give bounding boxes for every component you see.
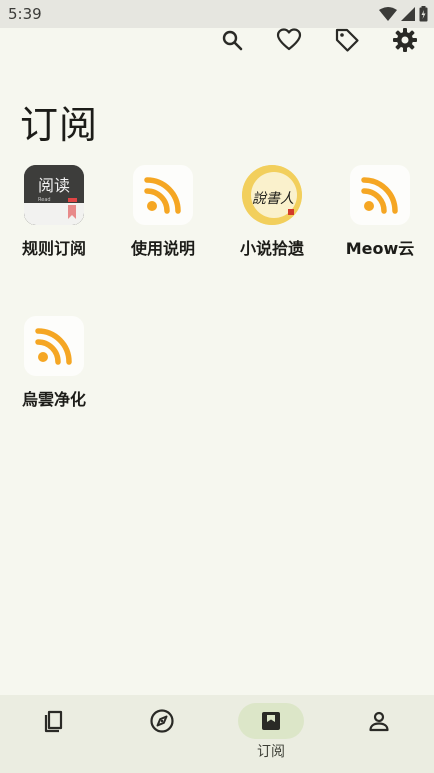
subscription-label: 烏雲净化 xyxy=(21,390,86,409)
nav-item-subscriptions[interactable]: 订阅 xyxy=(217,695,325,773)
storyteller-icon-text: 說書人 xyxy=(252,191,294,207)
gear-icon xyxy=(393,28,417,52)
tag-button[interactable] xyxy=(331,24,363,56)
tag-icon xyxy=(335,28,359,52)
status-time: 5:39 xyxy=(8,5,42,23)
battery-icon xyxy=(419,6,428,22)
nav-item-profile[interactable] xyxy=(325,695,433,773)
rss-icon xyxy=(24,316,84,376)
cell-signal-icon xyxy=(401,7,415,21)
legado-icon-subtext: Read xyxy=(38,197,51,203)
nav-pill-active xyxy=(238,703,304,739)
subscription-label: 使用说明 xyxy=(130,239,195,258)
person-icon xyxy=(369,711,389,732)
page-title: 订阅 xyxy=(20,103,99,147)
storyteller-icon: 說書人 xyxy=(242,165,302,225)
bookmark-icon xyxy=(262,712,280,730)
subscription-label: 规则订阅 xyxy=(21,239,86,258)
rss-icon xyxy=(350,165,410,225)
subscription-item-wuyun[interactable]: 烏雲净化 xyxy=(4,316,104,410)
nav-item-discover[interactable] xyxy=(108,695,216,773)
heart-icon xyxy=(276,28,302,51)
subscription-item-meow[interactable]: Meow云 xyxy=(330,165,430,259)
subscription-item-rules[interactable]: 阅读 Read 规则订阅 xyxy=(4,165,104,259)
search-icon xyxy=(222,30,243,51)
bookshelf-icon xyxy=(44,710,63,733)
nav-item-bookshelf[interactable] xyxy=(0,695,108,773)
legado-app-icon: 阅读 Read xyxy=(24,165,84,225)
settings-button[interactable] xyxy=(389,24,421,56)
search-button[interactable] xyxy=(216,24,248,56)
subscription-label: Meow云 xyxy=(345,239,415,258)
subscription-item-guide[interactable]: 使用说明 xyxy=(113,165,213,259)
nav-pill xyxy=(129,703,195,739)
compass-icon xyxy=(150,709,174,733)
toolbar xyxy=(0,24,434,56)
wifi-icon xyxy=(379,7,397,21)
nav-label: 订阅 xyxy=(257,744,285,760)
nav-pill xyxy=(21,703,87,739)
subscription-item-novels[interactable]: 說書人 小说拾遗 xyxy=(222,165,322,259)
legado-icon-text: 阅读 xyxy=(38,176,70,195)
bottom-nav: 订阅 xyxy=(0,695,434,773)
status-icons xyxy=(379,6,428,22)
favorite-button[interactable] xyxy=(273,24,305,56)
subscription-label: 小说拾遗 xyxy=(239,239,304,258)
nav-pill xyxy=(346,703,412,739)
rss-icon xyxy=(133,165,193,225)
